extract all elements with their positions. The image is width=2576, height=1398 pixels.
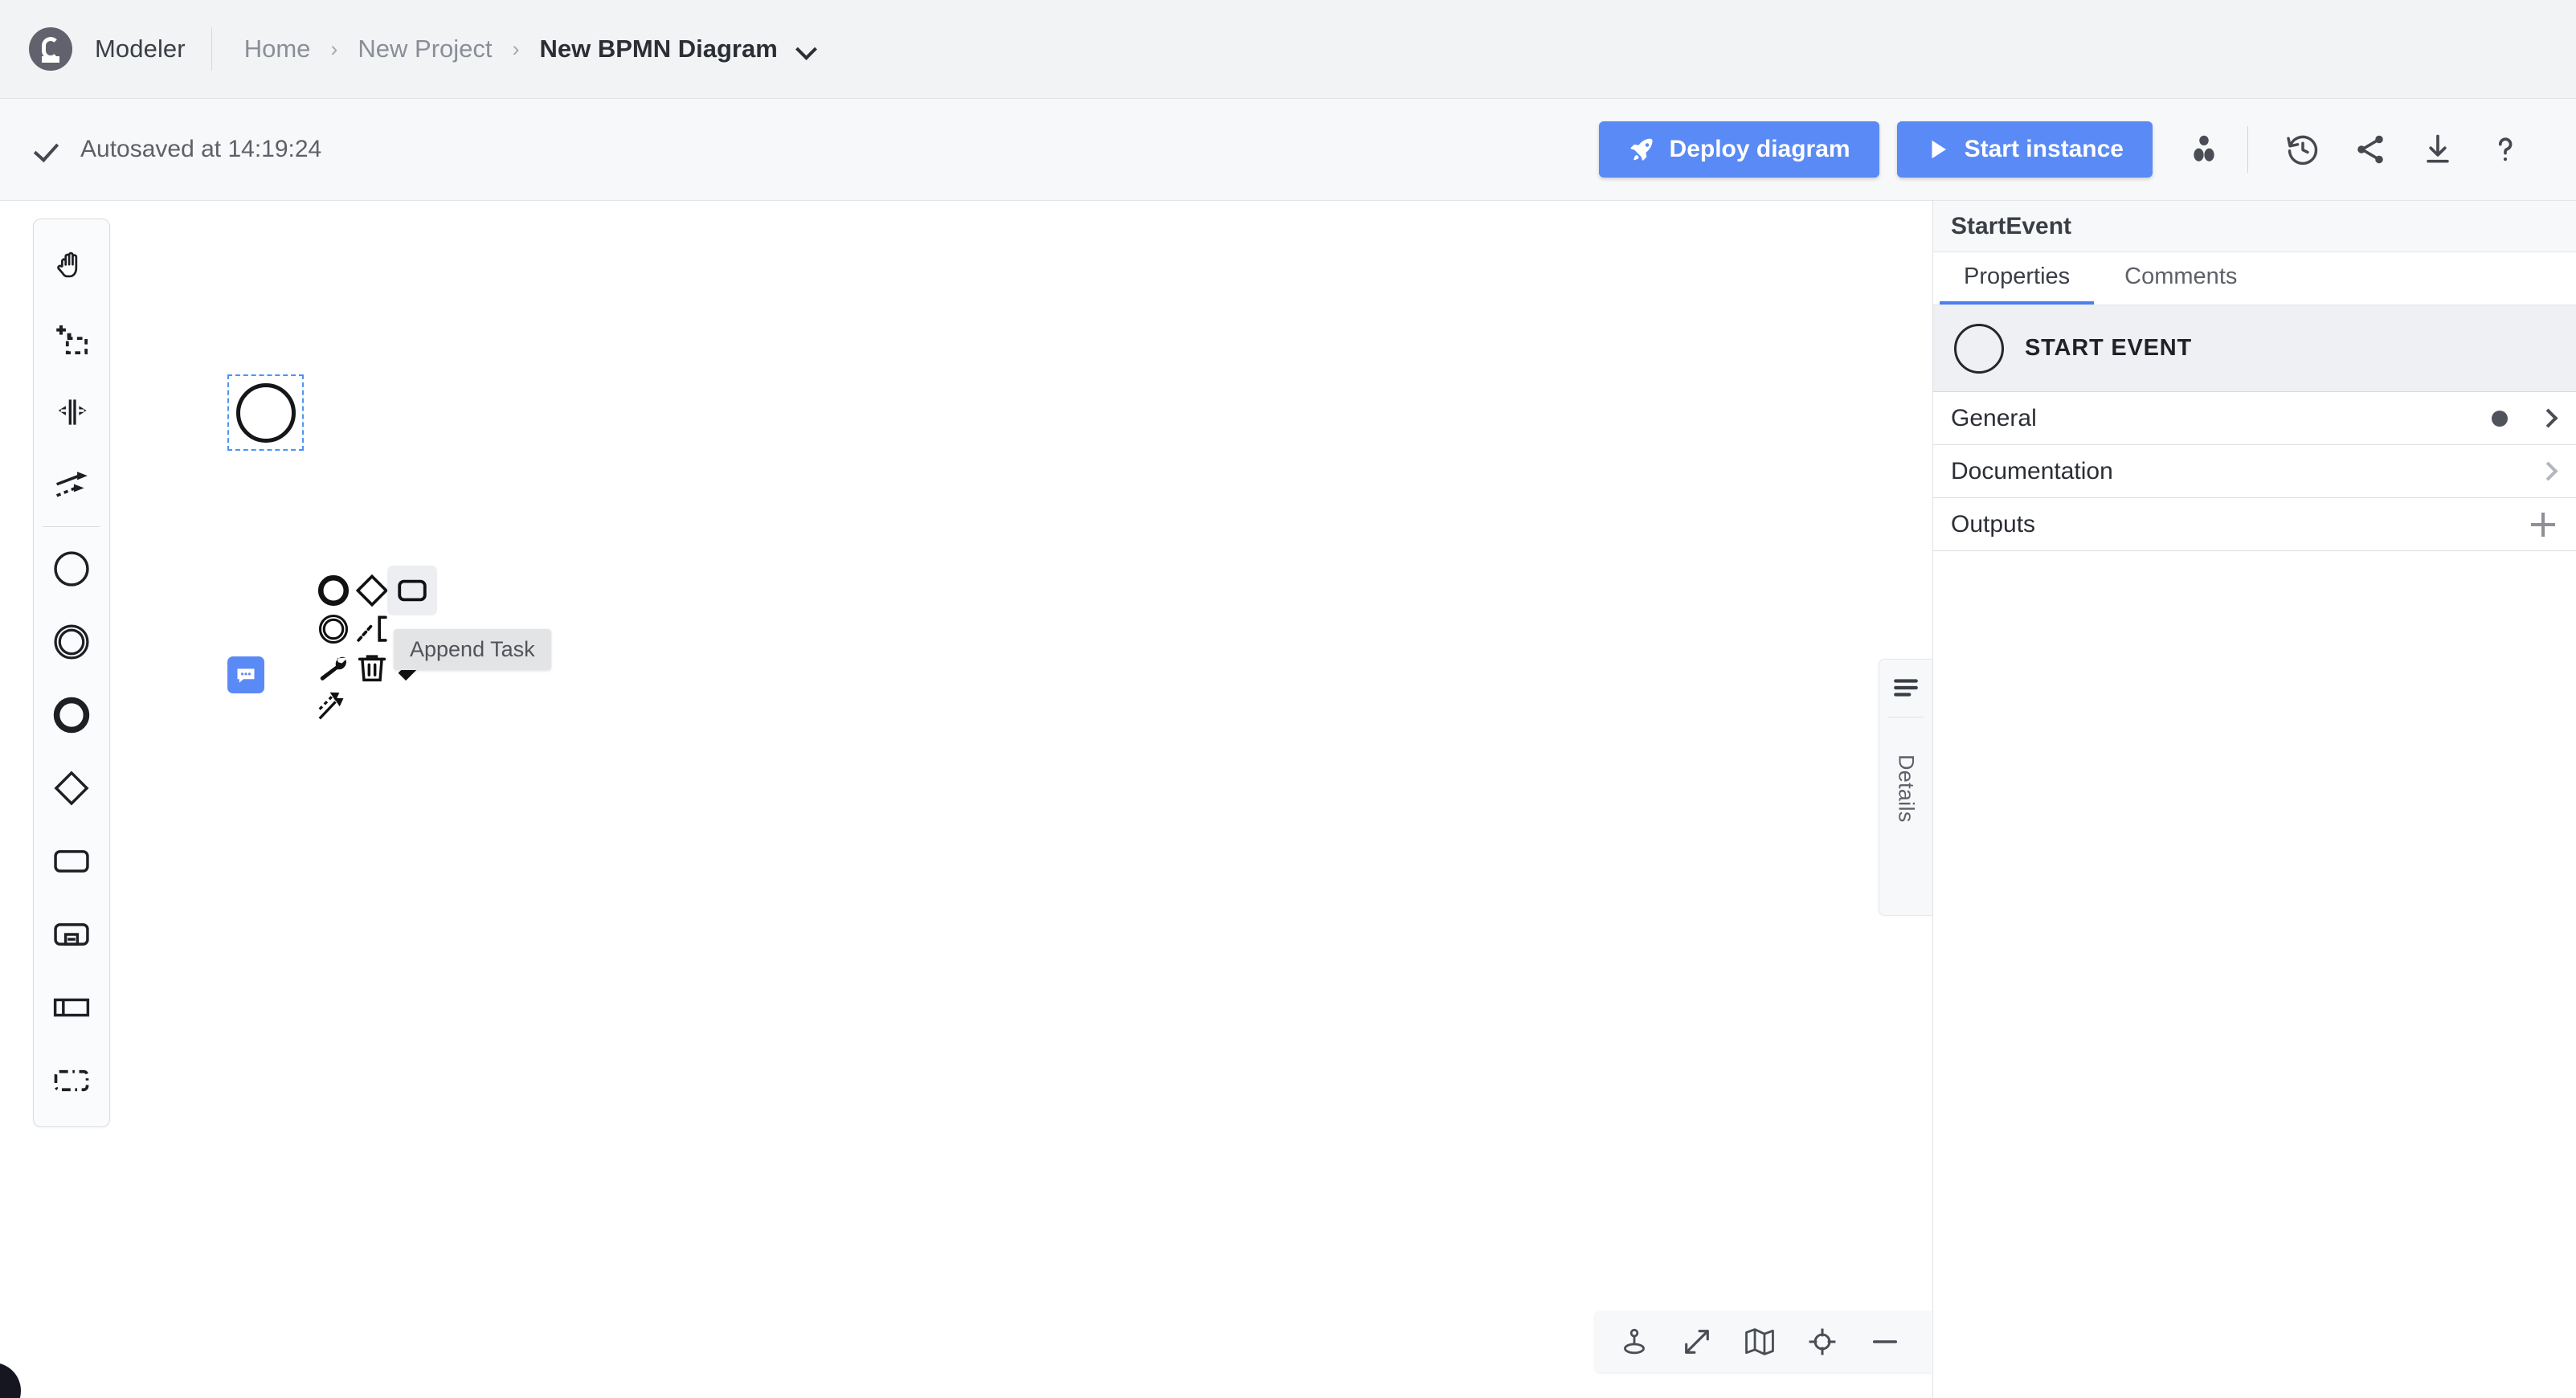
history-icon[interactable] [2280,126,2326,173]
properties-panel-title: StartEvent [1933,201,2576,252]
diagram-canvas[interactable]: Append Task [0,201,1932,1398]
autosave-label: Autosaved at 14:19:24 [80,136,322,162]
start-event-circle [235,382,296,443]
app-name: Modeler [95,35,186,63]
connect-icon[interactable] [310,683,357,730]
camunda-logo-icon[interactable] [29,27,72,71]
chevron-right-icon [2538,408,2558,428]
append-task-icon[interactable] [387,566,437,615]
space-tool-icon[interactable] [35,375,108,448]
hand-tool-icon[interactable] [35,229,108,302]
group-label: General [1951,404,2037,431]
start-instance-label: Start instance [1964,136,2124,162]
properties-tabs: Properties Comments [1933,252,2576,305]
minimap-icon[interactable] [1728,1315,1791,1368]
tab-comments[interactable]: Comments [2100,252,2261,305]
start-event-shape[interactable] [227,374,304,451]
create-gateway-icon[interactable] [35,751,108,824]
check-icon [34,136,61,163]
set-origin-icon[interactable] [1603,1315,1666,1368]
details-tab-label: Details [1894,754,1919,823]
breadcrumb-item-diagram[interactable]: New BPMN Diagram [534,31,784,67]
create-intermediate-event-icon[interactable] [35,605,108,678]
create-end-event-icon[interactable] [35,678,108,751]
collaborators-icon[interactable] [2181,127,2226,172]
element-type-label: START EVENT [2025,335,2193,361]
bpmn-palette [33,219,110,1127]
rocket-icon [1628,136,1655,163]
comment-icon[interactable] [227,656,264,693]
play-icon [1926,137,1950,162]
breadcrumb-item-project[interactable]: New Project [351,31,498,67]
details-tab[interactable]: Details [1879,659,1932,916]
header-divider [211,27,212,71]
palette-divider [43,526,100,527]
breadcrumb-item-home[interactable]: Home [238,31,317,67]
deploy-diagram-button[interactable]: Deploy diagram [1598,121,1879,178]
create-start-event-icon[interactable] [35,532,108,605]
group-label: Outputs [1951,510,2036,538]
connect-tool-icon[interactable] [35,448,108,521]
create-participant-icon[interactable] [35,971,108,1044]
zoom-in-icon[interactable] [1916,1315,1932,1368]
download-icon[interactable] [2414,126,2461,173]
list-icon [1892,677,1920,702]
fit-viewport-icon[interactable] [1666,1315,1728,1368]
properties-panel: StartEvent Properties Comments START EVE… [1932,201,2576,1398]
context-pad-tooltip: Append Task [394,629,551,670]
chevron-down-icon[interactable] [797,40,815,58]
breadcrumb: Home › New Project › New BPMN Diagram [238,31,815,67]
action-divider [2247,126,2248,173]
properties-group-general[interactable]: General [1933,392,2576,445]
share-icon[interactable] [2347,126,2394,173]
tab-properties[interactable]: Properties [1940,252,2095,305]
create-task-icon[interactable] [35,824,108,897]
group-label: Documentation [1951,457,2113,484]
add-output-icon[interactable] [2531,512,2555,537]
breadcrumb-separator: › [330,36,338,61]
zoom-out-icon[interactable] [1854,1315,1916,1368]
action-bar: Autosaved at 14:19:24 Deploy diagram Sta… [0,99,2576,201]
autosave-status: Autosaved at 14:19:24 [34,136,321,163]
group-dot-indicator [2492,410,2508,427]
start-event-icon [1954,323,2004,374]
properties-group-outputs[interactable]: Outputs [1933,498,2576,551]
modeler-app: Modeler Home › New Project › New BPMN Di… [0,0,2576,1398]
lasso-tool-icon[interactable] [35,302,108,375]
chevron-right-icon [2538,461,2558,481]
canvas-zoom-toolbar [1595,1311,1932,1372]
reset-zoom-icon[interactable] [1791,1315,1854,1368]
help-icon[interactable] [2482,126,2529,173]
create-subprocess-icon[interactable] [35,897,108,971]
start-instance-button[interactable]: Start instance [1896,121,2153,178]
properties-group-documentation[interactable]: Documentation [1933,445,2576,498]
corner-indicator [0,1363,21,1398]
breadcrumb-separator: › [512,36,520,61]
top-header: Modeler Home › New Project › New BPMN Di… [0,0,2576,99]
action-bar-right: Deploy diagram Start instance [1598,121,2539,178]
element-type-header: START EVENT [1933,305,2576,392]
deploy-diagram-label: Deploy diagram [1669,136,1850,162]
create-group-icon[interactable] [35,1044,108,1117]
